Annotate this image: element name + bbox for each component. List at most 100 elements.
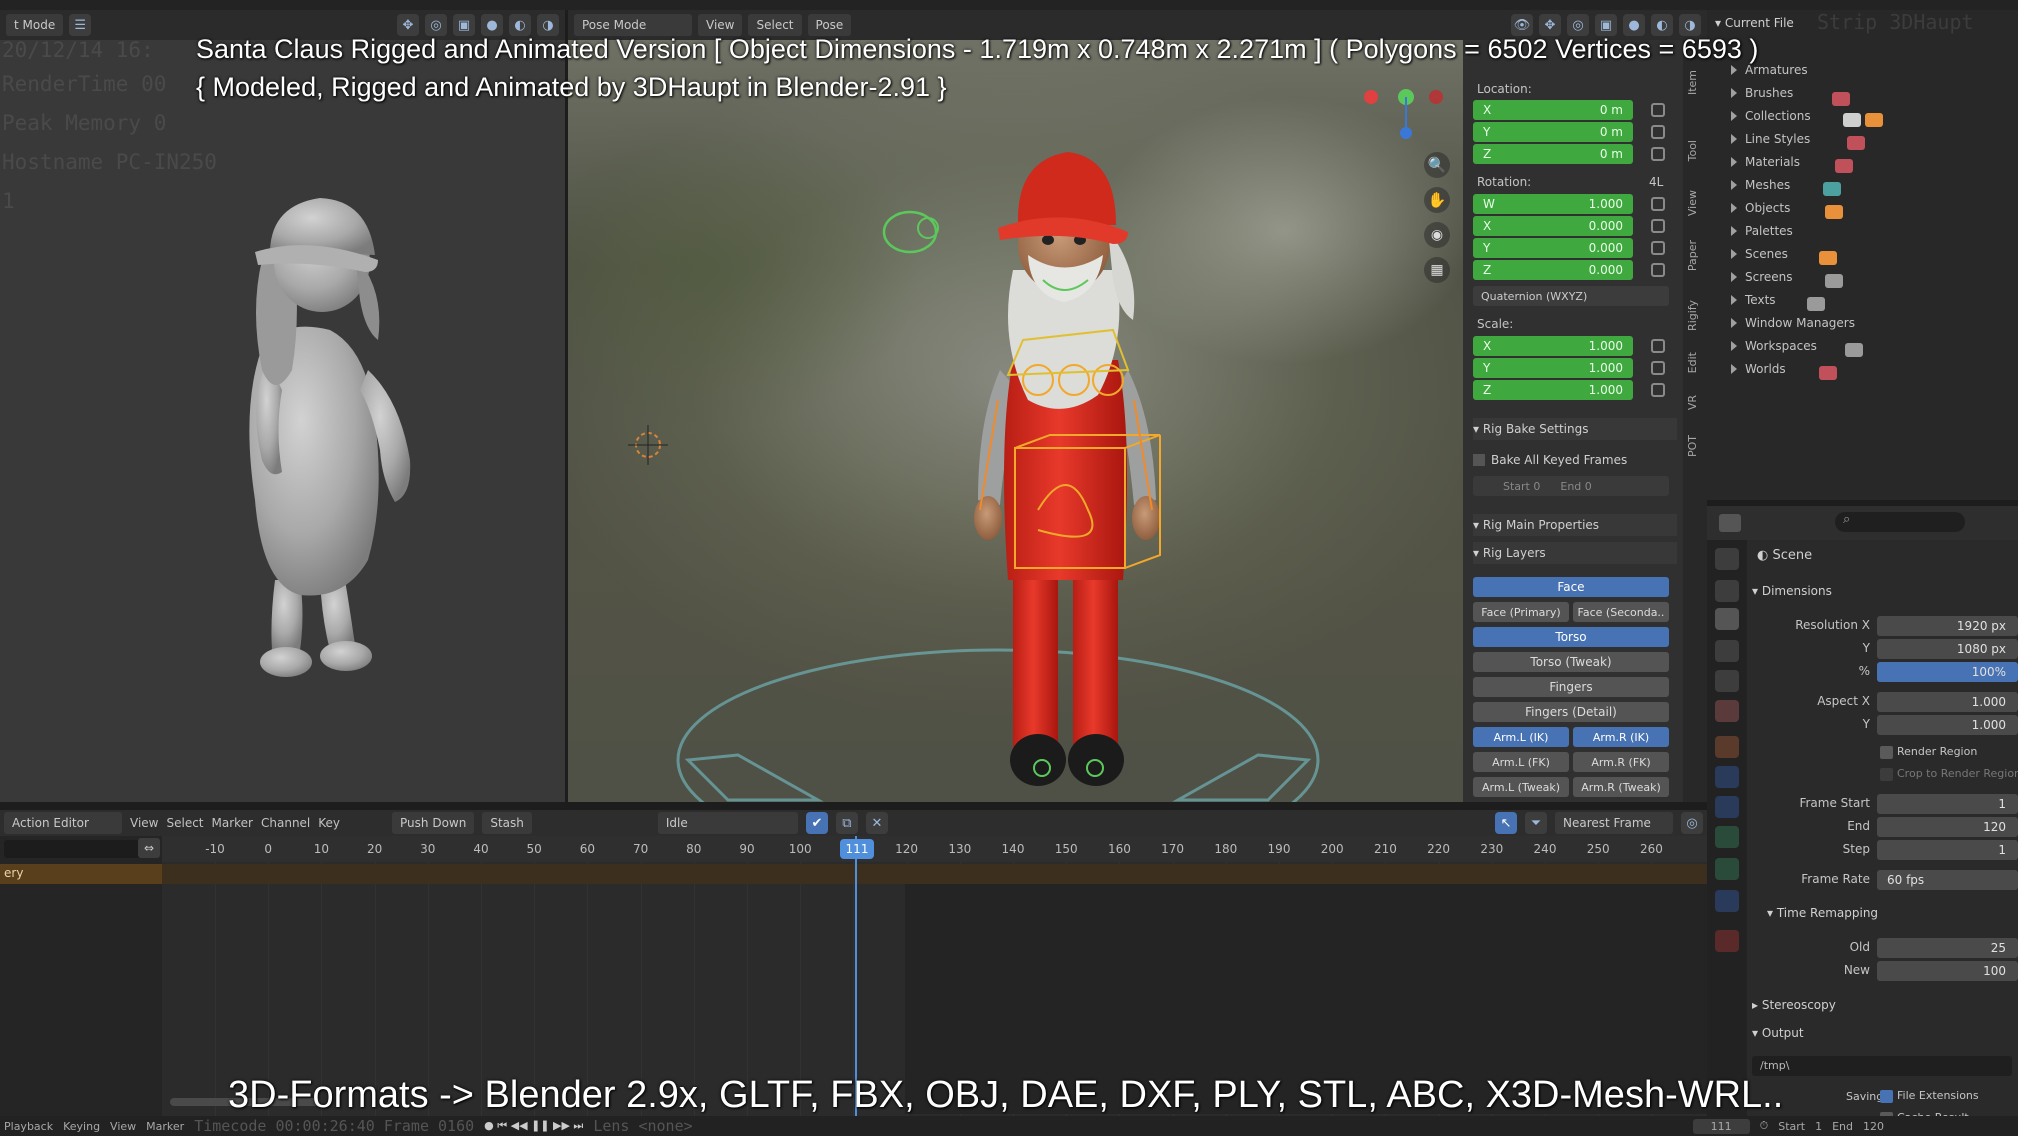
playback-menu[interactable]: Playback [4, 1120, 53, 1133]
camera-view-icon[interactable]: ◉ [1424, 222, 1450, 248]
frame-end-field[interactable]: 120 [1877, 817, 2018, 837]
overlay-toggle-icon[interactable]: ◎ [1567, 14, 1589, 36]
location-y-field[interactable]: Y 0 m [1473, 122, 1633, 142]
only-selected-icon[interactable]: ↖ [1495, 812, 1517, 834]
aspect-x-field[interactable]: 1.000 [1877, 692, 2018, 712]
lock-icon[interactable] [1651, 241, 1665, 255]
layer-arm-l-fk-button[interactable]: Arm.L (FK) [1473, 752, 1569, 772]
action-name-field[interactable]: Idle [657, 812, 798, 834]
outliner-item-scenes[interactable]: Scenes [1731, 244, 1788, 264]
material-shading-icon[interactable]: ◐ [509, 14, 531, 36]
lock-icon[interactable] [1651, 383, 1665, 397]
3d-viewport[interactable]: 🔍 ✋ ◉ ▦ [568, 40, 1463, 802]
rig-bake-settings-panel[interactable]: ▾ Rig Bake Settings [1473, 418, 1677, 440]
expand-arrow-icon[interactable] [1731, 295, 1737, 305]
outliner-item-window-managers[interactable]: Window Managers [1731, 313, 1855, 333]
layer-arm-l-ik-button[interactable]: Arm.L (IK) [1473, 727, 1569, 747]
expand-arrow-icon[interactable] [1731, 180, 1737, 190]
select-menu[interactable]: Select [166, 816, 203, 830]
expand-arrow-icon[interactable] [1731, 226, 1737, 236]
frame-start-field[interactable]: 1 [1877, 794, 2018, 814]
layer-arm-r-fk-button[interactable]: Arm.R (FK) [1573, 752, 1669, 772]
layer-fingers-detail-button[interactable]: Fingers (Detail) [1473, 702, 1669, 722]
lock-icon[interactable] [1651, 125, 1665, 139]
frame-ruler[interactable]: -100102030405060708090100110120130140150… [162, 836, 1707, 862]
layer-face-primary-button[interactable]: Face (Primary) [1473, 602, 1569, 622]
scale-z-field[interactable]: Z 1.000 [1473, 380, 1633, 400]
rotation-w-field[interactable]: W 1.000 [1473, 194, 1633, 214]
channel-search-input[interactable] [4, 840, 154, 858]
tab-item[interactable]: Item [1686, 70, 1704, 95]
lock-icon[interactable] [1651, 219, 1665, 233]
bake-range-fields[interactable]: Start 0 End 0 [1473, 476, 1669, 496]
tab-vr[interactable]: VR [1686, 395, 1704, 410]
scale-y-field[interactable]: Y 1.000 [1473, 358, 1633, 378]
start-frame-field[interactable]: 1 [1815, 1120, 1822, 1133]
outliner-item-workspaces[interactable]: Workspaces [1731, 336, 1817, 356]
location-x-field[interactable]: X 0 m [1473, 100, 1633, 120]
visibility-icon[interactable]: 👁 [1511, 14, 1533, 36]
expand-arrow-icon[interactable] [1731, 249, 1737, 259]
zoom-icon[interactable]: 🔍 [1424, 152, 1450, 178]
time-new-field[interactable]: 100 [1877, 961, 2018, 981]
solid-shading-icon[interactable]: ● [481, 14, 503, 36]
keying-menu[interactable]: Keying [63, 1120, 100, 1133]
render-preview-icon[interactable]: ◑ [1679, 14, 1701, 36]
select-menu[interactable]: Select [748, 14, 802, 36]
checkbox-box[interactable] [1473, 454, 1485, 466]
marker-menu[interactable]: Marker [146, 1120, 184, 1133]
tab-pot[interactable]: POT [1686, 435, 1704, 457]
marker-menu[interactable]: Marker [212, 816, 253, 830]
rotation-mode-dropdown[interactable]: Quaternion (WXYZ) [1473, 286, 1669, 306]
pose-menu[interactable]: Pose [807, 14, 852, 36]
proportional-icon[interactable]: ◎ [1681, 812, 1703, 834]
tab-modifier-icon[interactable] [1715, 766, 1739, 788]
editor-type-icon[interactable] [1719, 514, 1741, 532]
expand-arrow-icon[interactable] [1731, 157, 1737, 167]
file-extensions-checkbox[interactable] [1880, 1090, 1893, 1103]
lock-icon[interactable] [1651, 147, 1665, 161]
aspect-y-field[interactable]: 1.000 [1877, 715, 2018, 735]
dimensions-panel[interactable]: ▾ Dimensions [1752, 584, 1832, 598]
rotation-z-field[interactable]: Z 0.000 [1473, 260, 1633, 280]
fake-user-shield-icon[interactable]: ✔ [805, 812, 828, 834]
unlink-action-icon[interactable]: ✕ [865, 812, 888, 834]
rendered-shading-icon[interactable]: ◑ [537, 14, 559, 36]
outliner-item-meshes[interactable]: Meshes [1731, 175, 1790, 195]
expand-arrow-icon[interactable] [1731, 272, 1737, 282]
channel-summary-row[interactable]: ery [0, 864, 162, 884]
bake-all-checkbox[interactable]: Bake All Keyed Frames [1473, 449, 1677, 471]
outliner-item-materials[interactable]: Materials [1731, 152, 1800, 172]
outliner-item-collections[interactable]: Collections [1731, 106, 1811, 126]
current-frame-indicator[interactable]: 111 [840, 839, 874, 859]
output-path-input[interactable]: /tmp\ [1752, 1056, 2012, 1076]
rotation-x-field[interactable]: X 0.000 [1473, 216, 1633, 236]
outliner-header[interactable]: ▾ Current File [1715, 16, 1794, 30]
outliner-item-brushes[interactable]: Brushes [1731, 83, 1793, 103]
gizmo-icon[interactable]: ✥ [397, 14, 419, 36]
resolution-percent-slider[interactable]: 100% [1877, 662, 2018, 682]
tab-object-icon[interactable] [1715, 736, 1739, 758]
outliner-item-texts[interactable]: Texts [1731, 290, 1776, 310]
crop-region-checkbox[interactable] [1880, 768, 1893, 781]
tab-rigify[interactable]: Rigify [1686, 300, 1704, 331]
outliner-item-palettes[interactable]: Palettes [1731, 221, 1793, 241]
tab-constraint-icon[interactable] [1715, 890, 1739, 912]
action-editor-dropdown[interactable]: Action Editor [4, 812, 122, 834]
layer-torso-button[interactable]: Torso [1473, 627, 1669, 647]
tab-paper[interactable]: Paper [1686, 240, 1704, 271]
xray-icon[interactable]: ▣ [453, 14, 475, 36]
play-controls[interactable]: ● ⏮ ◀◀ ❚❚ ▶▶ ⏭ [484, 1119, 583, 1133]
xray-toggle-icon[interactable]: ▣ [1595, 14, 1617, 36]
lock-icon[interactable] [1651, 197, 1665, 211]
resolution-x-field[interactable]: 1920 px [1877, 616, 2018, 636]
view-menu[interactable]: View [698, 14, 743, 36]
view-menu[interactable]: View [110, 1120, 136, 1133]
layer-face-secondary-button[interactable]: Face (Seconda.. [1573, 602, 1669, 622]
outliner-item-screens[interactable]: Screens [1731, 267, 1793, 287]
push-down-button[interactable]: Push Down [392, 812, 475, 834]
mode-dropdown[interactable]: t Mode [6, 14, 64, 36]
rig-layers-panel[interactable]: ▾ Rig Layers [1473, 542, 1677, 564]
layer-torso-tweak-button[interactable]: Torso (Tweak) [1473, 652, 1669, 672]
expand-arrow-icon[interactable] [1731, 134, 1737, 144]
